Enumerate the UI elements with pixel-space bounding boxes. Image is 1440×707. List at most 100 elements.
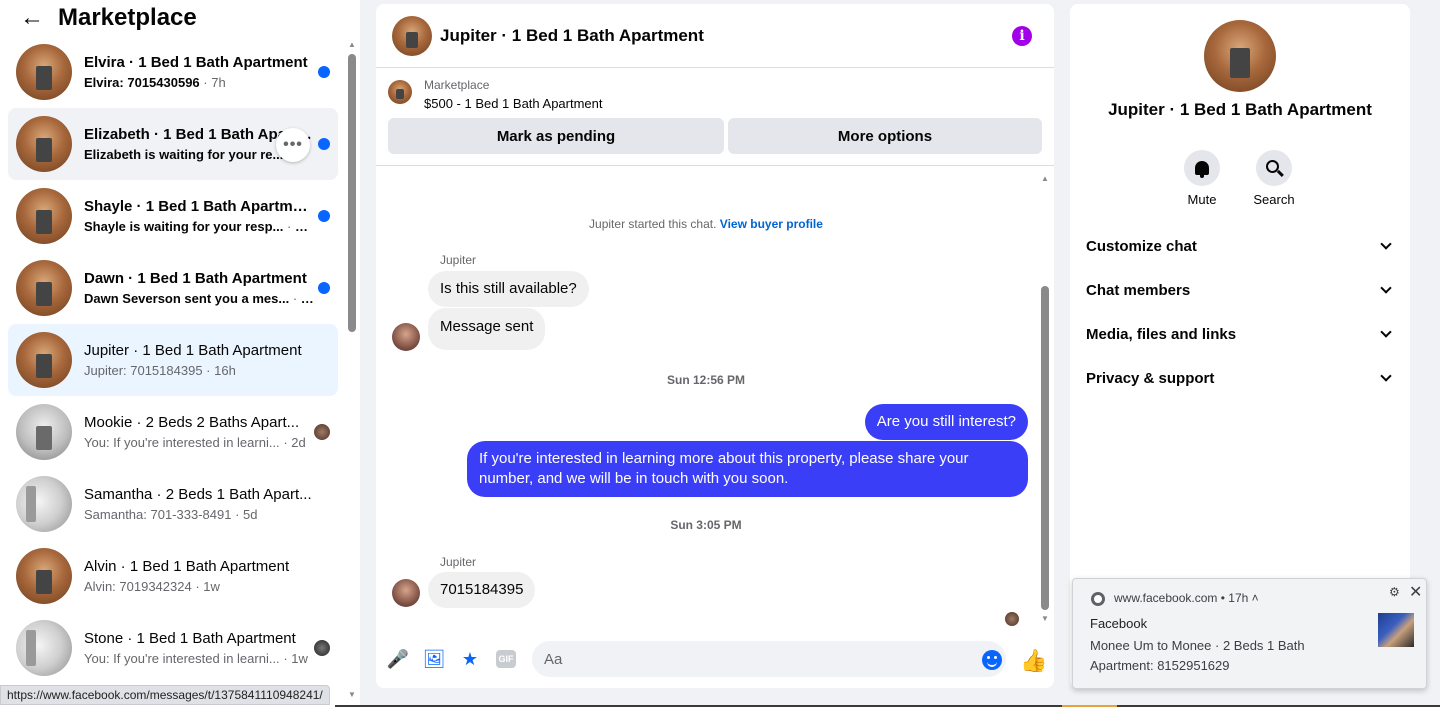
unread-dot-icon xyxy=(318,282,330,294)
conversation-name: Elvira · 1 Bed 1 Bath Apartment xyxy=(84,54,308,71)
avatar xyxy=(16,620,72,676)
outgoing-message[interactable]: If you're interested in learning more ab… xyxy=(467,441,1028,497)
browser-notification[interactable]: www.facebook.com • 17h ˄ ⚙ ✕ Facebook Mo… xyxy=(1072,578,1427,689)
view-buyer-profile-link[interactable]: View buyer profile xyxy=(720,217,823,231)
search-label: Search xyxy=(1253,192,1295,207)
mute-label: Mute xyxy=(1187,192,1217,207)
customize-chat-row[interactable]: Customize chat xyxy=(1086,226,1396,266)
more-options-button[interactable]: More options xyxy=(728,118,1042,154)
chevron-down-icon xyxy=(1380,370,1392,382)
conversation-name: Alvin · 1 Bed 1 Bath Apartment xyxy=(84,558,290,575)
thumbs-up-icon[interactable]: 👍 xyxy=(1020,648,1047,674)
search-button[interactable]: Search xyxy=(1246,150,1302,207)
mute-button[interactable]: Mute xyxy=(1174,150,1230,207)
incoming-message[interactable]: Message sent xyxy=(428,308,546,350)
gif-icon[interactable]: GIF xyxy=(496,650,516,668)
sticker-icon[interactable]: ★ xyxy=(460,649,480,669)
scroll-down-icon[interactable]: ▼ xyxy=(1041,614,1049,623)
chat-panel: Jupiter · 1 Bed 1 Bath Apartment i Marke… xyxy=(376,4,1054,688)
conversation-item-active[interactable]: Jupiter · 1 Bed 1 Bath Apartment Jupiter… xyxy=(8,324,338,396)
seen-avatar xyxy=(1005,612,1019,626)
chat-members-row[interactable]: Chat members xyxy=(1086,270,1396,310)
conversation-preview: Samantha: 701-333-8491 · 5d xyxy=(84,507,258,522)
avatar xyxy=(16,188,72,244)
scroll-down-icon[interactable]: ▼ xyxy=(348,690,356,699)
scroll-up-icon[interactable]: ▲ xyxy=(1041,174,1049,183)
media-files-links-row[interactable]: Media, files and links xyxy=(1086,314,1396,354)
chevron-down-icon xyxy=(1380,282,1392,294)
incoming-message[interactable]: Is this still available? xyxy=(428,271,589,307)
close-icon[interactable]: ✕ xyxy=(1409,582,1422,602)
emoji-icon[interactable] xyxy=(982,650,1002,670)
avatar xyxy=(16,332,72,388)
conversation-name: Shayle · 1 Bed 1 Bath Apartment xyxy=(84,198,314,215)
chevron-down-icon xyxy=(1380,326,1392,338)
mark-as-pending-button[interactable]: Mark as pending xyxy=(388,118,724,154)
more-options-icon[interactable]: ••• xyxy=(276,128,310,162)
back-arrow-icon[interactable]: ← xyxy=(20,6,44,30)
conversation-preview: You: If you're interested in learni... ·… xyxy=(84,651,308,666)
bell-icon xyxy=(1195,161,1209,178)
sidebar-header: ← Marketplace xyxy=(20,2,197,34)
chevron-down-icon xyxy=(1380,238,1392,250)
seen-avatar xyxy=(314,640,330,656)
chat-title[interactable]: Jupiter · 1 Bed 1 Bath Apartment xyxy=(440,26,704,46)
listing-banner: Marketplace $500 - 1 Bed 1 Bath Apartmen… xyxy=(376,68,1054,166)
listing-source: Marketplace xyxy=(424,78,490,92)
conversation-item[interactable]: Dawn · 1 Bed 1 Bath Apartment Dawn Sever… xyxy=(8,252,338,324)
conversation-preview: Dawn Severson sent you a mes... · 15h xyxy=(84,291,314,306)
sender-name: Jupiter xyxy=(440,253,477,267)
avatar xyxy=(16,44,72,100)
conversation-item[interactable]: Stone · 1 Bed 1 Bath Apartment You: If y… xyxy=(8,612,338,684)
message-input[interactable] xyxy=(532,641,1006,677)
conversation-sidebar: ← Marketplace Elvira · 1 Bed 1 Bath Apar… xyxy=(0,0,360,707)
conversation-item[interactable]: Shayle · 1 Bed 1 Bath Apartment Shayle i… xyxy=(8,180,338,252)
conversation-list: Elvira · 1 Bed 1 Bath Apartment Elvira: … xyxy=(8,36,338,684)
conversation-preview: Elvira: 7015430596 · 7h xyxy=(84,75,226,90)
listing-price[interactable]: $500 - 1 Bed 1 Bath Apartment xyxy=(424,96,603,111)
chrome-icon xyxy=(1091,592,1105,606)
avatar[interactable] xyxy=(392,579,420,607)
notification-header: www.facebook.com • 17h ˄ xyxy=(1114,591,1259,605)
gear-icon[interactable]: ⚙ xyxy=(1389,585,1400,599)
avatar xyxy=(16,476,72,532)
incoming-message[interactable]: 7015184395 xyxy=(428,572,536,608)
conversation-name: Samantha · 2 Beds 1 Bath Apart... xyxy=(84,486,312,503)
conversation-item[interactable]: Mookie · 2 Beds 2 Baths Apart... You: If… xyxy=(8,396,338,468)
conversation-preview: You: If you're interested in learni... ·… xyxy=(84,435,306,450)
conversation-name: Mookie · 2 Beds 2 Baths Apart... xyxy=(84,414,300,431)
avatar xyxy=(16,404,72,460)
privacy-support-row[interactable]: Privacy & support xyxy=(1086,358,1396,398)
avatar[interactable] xyxy=(392,323,420,351)
conversation-item[interactable]: Elizabeth · 1 Bed 1 Bath Apartment Eliza… xyxy=(8,108,338,180)
info-title: Jupiter · 1 Bed 1 Bath Apartment xyxy=(1108,100,1372,119)
seen-avatar xyxy=(314,424,330,440)
sidebar-scrollbar[interactable] xyxy=(348,54,356,332)
scroll-up-icon[interactable]: ▲ xyxy=(348,40,356,49)
chat-scroll-thumb[interactable] xyxy=(1041,286,1049,610)
outgoing-message[interactable]: Are you still interest? xyxy=(864,404,1028,440)
conversation-preview: Jupiter: 7015184395 · 16h xyxy=(84,363,236,378)
notification-body: Monee Um to Monee · 2 Beds 1 Bath Apartm… xyxy=(1090,638,1305,673)
timestamp: Sun 3:05 PM xyxy=(670,518,742,532)
chat-header: Jupiter · 1 Bed 1 Bath Apartment i xyxy=(376,4,1054,68)
info-icon[interactable]: i xyxy=(1012,26,1032,46)
conversation-name: Jupiter · 1 Bed 1 Bath Apartment xyxy=(84,342,302,359)
listing-thumbnail[interactable] xyxy=(388,80,412,104)
chat-started-notice: Jupiter started this chat. View buyer pr… xyxy=(589,217,823,231)
notification-thumbnail xyxy=(1378,613,1414,647)
unread-dot-icon xyxy=(318,138,330,150)
avatar[interactable] xyxy=(392,15,432,56)
avatar xyxy=(16,116,72,172)
conversation-preview: Shayle is waiting for your resp... · 11h xyxy=(84,219,314,234)
avatar xyxy=(16,548,72,604)
microphone-icon[interactable]: 🎤 xyxy=(387,649,409,669)
conversation-name: Stone · 1 Bed 1 Bath Apartment xyxy=(84,630,296,647)
sender-name: Jupiter xyxy=(440,555,477,569)
photo-icon[interactable]: 🖼 xyxy=(423,649,446,669)
conversation-item[interactable]: Elvira · 1 Bed 1 Bath Apartment Elvira: … xyxy=(8,36,338,108)
notification-app: Facebook xyxy=(1090,616,1148,631)
conversation-item[interactable]: Samantha · 2 Beds 1 Bath Apart... Samant… xyxy=(8,468,338,540)
conversation-item[interactable]: Alvin · 1 Bed 1 Bath Apartment Alvin: 70… xyxy=(8,540,338,612)
avatar[interactable] xyxy=(1204,20,1276,92)
